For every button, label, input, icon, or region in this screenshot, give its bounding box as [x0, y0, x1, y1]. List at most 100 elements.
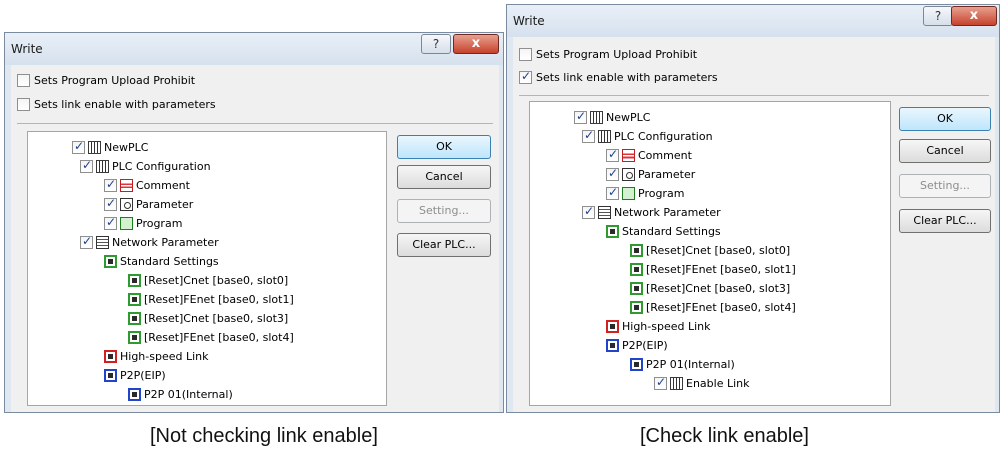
tree-node-label: Network Parameter	[614, 206, 721, 219]
tree-node-label: Comment	[638, 149, 692, 162]
plc-icon	[590, 111, 603, 124]
tree-node-fenet-slot4[interactable]: [Reset]FEnet [base0, slot4]	[128, 329, 294, 346]
tree-node-label: P2P(EIP)	[120, 369, 166, 382]
tree-node-network-parameter[interactable]: Network Parameter	[582, 204, 721, 221]
tree-checkbox[interactable]	[80, 158, 93, 173]
module-green-icon	[128, 312, 141, 325]
module-blue-icon	[128, 388, 141, 401]
tree-node-cnet-slot3[interactable]: [Reset]Cnet [base0, slot3]	[128, 310, 288, 327]
tree-node-comment[interactable]: Comment	[606, 147, 692, 164]
tree-node-label: [Reset]FEnet [base0, slot1]	[144, 293, 294, 306]
module-green-icon	[104, 255, 117, 268]
write-dialog-unchecked: Write ? x Sets Program Upload Prohibit S…	[4, 32, 504, 413]
tree-node-cnet-slot3[interactable]: [Reset]Cnet [base0, slot3]	[630, 280, 790, 297]
tree-checkbox[interactable]	[104, 215, 117, 230]
link-enable-option[interactable]: Sets link enable with parameters	[17, 98, 216, 111]
write-items-tree[interactable]: NewPLC PLC Configuration Comment Paramet…	[27, 131, 387, 406]
tree-checkbox[interactable]	[606, 166, 619, 181]
tree-checkbox[interactable]	[574, 109, 587, 124]
tree-node-label: Program	[136, 217, 183, 230]
module-red-icon	[606, 320, 619, 333]
tree-node-cnet-slot0[interactable]: [Reset]Cnet [base0, slot0]	[630, 242, 790, 259]
tree-checkbox[interactable]	[606, 147, 619, 162]
tree-node-p2p-eip[interactable]: P2P(EIP)	[104, 367, 166, 384]
dialog-client: Sets Program Upload Prohibit Sets link e…	[11, 65, 499, 412]
module-green-icon	[630, 263, 643, 276]
plc-config-icon	[598, 130, 611, 143]
tree-checkbox[interactable]	[72, 139, 85, 154]
tree-node-newplc[interactable]: NewPLC	[574, 109, 650, 126]
tree-node-program[interactable]: Program	[104, 215, 182, 232]
clear-plc-button[interactable]: Clear PLC...	[899, 209, 991, 233]
tree-node-label: Standard Settings	[120, 255, 219, 268]
ok-button[interactable]: OK	[899, 107, 991, 131]
tree-node-label: Program	[638, 187, 685, 200]
tree-node-high-speed-link[interactable]: High-speed Link	[104, 348, 209, 365]
ok-button[interactable]: OK	[397, 135, 491, 159]
help-button[interactable]: ?	[421, 34, 451, 54]
write-dialog-checked: Write ? x Sets Program Upload Prohibit S…	[506, 4, 1000, 413]
tree-node-label: [Reset]FEnet [base0, slot4]	[646, 301, 796, 314]
tree-checkbox[interactable]	[582, 204, 595, 219]
tree-checkbox[interactable]	[582, 128, 595, 143]
upload-prohibit-checkbox[interactable]	[519, 48, 532, 61]
module-green-icon	[128, 293, 141, 306]
tree-node-standard-settings[interactable]: Standard Settings	[104, 253, 219, 270]
link-enable-label: Sets link enable with parameters	[34, 98, 216, 111]
tree-node-program[interactable]: Program	[606, 185, 684, 202]
tree-node-p2p-01[interactable]: P2P 01(Internal)	[128, 386, 233, 403]
tree-node-cnet-slot0[interactable]: [Reset]Cnet [base0, slot0]	[128, 272, 288, 289]
tree-node-enable-link[interactable]: Enable Link	[654, 375, 750, 392]
tree-node-fenet-slot1[interactable]: [Reset]FEnet [base0, slot1]	[128, 291, 294, 308]
clear-plc-button[interactable]: Clear PLC...	[397, 233, 491, 257]
tree-node-label: Standard Settings	[622, 225, 721, 238]
tree-checkbox[interactable]	[80, 234, 93, 249]
link-enable-checkbox[interactable]	[519, 69, 532, 84]
divider	[519, 95, 989, 96]
tree-node-p2p-eip[interactable]: P2P(EIP)	[606, 337, 668, 354]
tree-node-label: P2P(EIP)	[622, 339, 668, 352]
plc-icon	[88, 141, 101, 154]
tree-node-p2p-01[interactable]: P2P 01(Internal)	[630, 356, 735, 373]
setting-button[interactable]: Setting...	[397, 199, 491, 223]
tree-checkbox[interactable]	[104, 177, 117, 192]
tree-node-fenet-slot1[interactable]: [Reset]FEnet [base0, slot1]	[630, 261, 796, 278]
comment-icon	[622, 149, 635, 162]
dialog-title: Write	[513, 14, 545, 28]
close-button[interactable]: x	[951, 6, 997, 26]
link-enable-checkbox[interactable]	[17, 98, 30, 111]
tree-node-label: [Reset]FEnet [base0, slot4]	[144, 331, 294, 344]
tree-checkbox[interactable]	[654, 375, 667, 390]
tree-node-label: High-speed Link	[120, 350, 209, 363]
tree-node-newplc[interactable]: NewPLC	[72, 139, 148, 156]
tree-node-plc-configuration[interactable]: PLC Configuration	[582, 128, 713, 145]
tree-node-network-parameter[interactable]: Network Parameter	[80, 234, 219, 251]
tree-checkbox[interactable]	[104, 196, 117, 211]
tree-checkbox[interactable]	[606, 185, 619, 200]
tree-node-plc-configuration[interactable]: PLC Configuration	[80, 158, 211, 175]
tree-node-high-speed-link[interactable]: High-speed Link	[606, 318, 711, 335]
upload-prohibit-option[interactable]: Sets Program Upload Prohibit	[17, 74, 195, 87]
help-button[interactable]: ?	[923, 6, 953, 26]
module-blue-icon	[606, 339, 619, 352]
tree-node-parameter[interactable]: Parameter	[606, 166, 695, 183]
enable-link-icon	[670, 377, 683, 390]
tree-node-label: NewPLC	[104, 141, 149, 154]
tree-node-standard-settings[interactable]: Standard Settings	[606, 223, 721, 240]
close-button[interactable]: x	[453, 34, 499, 54]
cancel-button[interactable]: Cancel	[899, 139, 991, 163]
tree-node-comment[interactable]: Comment	[104, 177, 190, 194]
link-enable-option[interactable]: Sets link enable with parameters	[519, 69, 718, 84]
upload-prohibit-option[interactable]: Sets Program Upload Prohibit	[519, 48, 697, 61]
program-icon	[120, 217, 133, 230]
upload-prohibit-checkbox[interactable]	[17, 74, 30, 87]
tree-node-label: PLC Configuration	[614, 130, 713, 143]
tree-node-fenet-slot4[interactable]: [Reset]FEnet [base0, slot4]	[630, 299, 796, 316]
tree-node-parameter[interactable]: Parameter	[104, 196, 193, 213]
write-items-tree[interactable]: NewPLC PLC Configuration Comment Paramet…	[529, 101, 891, 406]
cancel-button[interactable]: Cancel	[397, 165, 491, 189]
setting-button[interactable]: Setting...	[899, 174, 991, 198]
link-enable-label: Sets link enable with parameters	[536, 71, 718, 84]
module-green-icon	[128, 331, 141, 344]
tree-node-label: Parameter	[638, 168, 696, 181]
